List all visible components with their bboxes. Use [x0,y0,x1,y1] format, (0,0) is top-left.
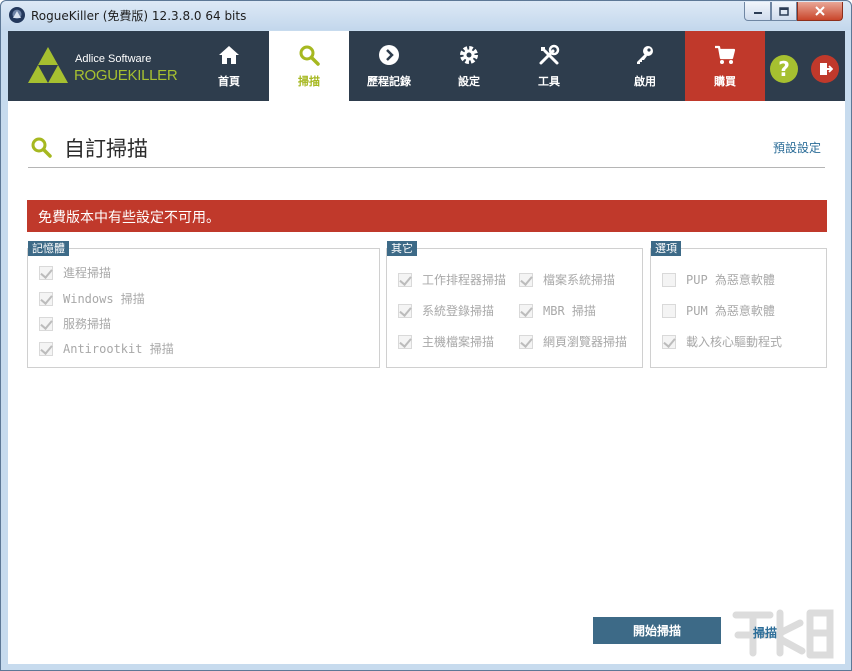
antirootkit-scan-option[interactable]: Antirootkit 掃描 [39,340,174,357]
close-icon [815,6,825,16]
home-icon [219,46,239,64]
nav-label: 首頁 [218,75,240,88]
option-label: Antirootkit 掃描 [63,342,174,356]
search-icon [299,45,320,66]
mbr-scan-checkbox[interactable] [519,303,533,318]
default-settings-link[interactable]: 預設設定 [773,139,821,156]
antirootkit-scan-checkbox[interactable] [39,341,53,356]
help-icon: ? [778,57,790,81]
pup-as-malware-option[interactable]: PUP 為惡意軟體 [662,271,775,288]
close-button[interactable] [797,2,843,21]
task-scheduler-scan-option[interactable]: 工作排程器掃描 [398,271,506,288]
page-title: 自訂掃描 [64,137,148,161]
other-group: 其它 工作排程器掃描 檔案系統掃描 系統登錄掃描 MBR 掃描 主機檔案掃描 網… [386,241,643,368]
option-label: 工作排程器掃描 [422,273,507,287]
service-scan-option[interactable]: 服務掃描 [39,315,111,332]
nav-label: 設定 [458,75,480,88]
process-scan-option[interactable]: 進程掃描 [39,264,111,281]
logo-product: ROGUEKILLER [74,67,178,84]
hosts-file-scan-option[interactable]: 主機檔案掃描 [398,333,494,350]
window-title: RogueKiller (免費版) 12.3.8.0 64 bits [31,9,247,23]
help-button[interactable]: ? [770,55,798,83]
maximize-icon [779,6,789,16]
key-icon [637,46,653,64]
minimize-icon [753,12,762,14]
load-kernel-driver-option[interactable]: 載入核心驅動程式 [662,333,782,350]
task-scheduler-scan-checkbox[interactable] [398,272,412,287]
triforce-logo-icon [28,47,68,83]
option-label: 檔案系統掃描 [543,273,616,287]
pup-as-malware-checkbox[interactable] [662,272,676,287]
filesystem-scan-checkbox[interactable] [519,272,533,287]
nav-tools[interactable]: 工具 [509,31,589,101]
memory-group-title: 記憶體 [28,241,69,256]
chevron-right-icon [379,45,399,65]
option-label: MBR 掃描 [543,304,596,318]
other-group-title: 其它 [387,241,417,256]
free-version-warning: 免費版本中有些設定不可用。 [27,200,827,232]
option-label: 進程掃描 [63,266,112,280]
option-label: 服務掃描 [63,317,112,331]
nav-buy[interactable]: 購買 [685,31,765,101]
logo-company: Adlice Software [75,53,152,65]
service-scan-checkbox[interactable] [39,316,53,331]
windows-scan-checkbox[interactable] [39,291,53,306]
option-label: PUM 為惡意軟體 [686,304,775,318]
nav-label: 購買 [714,75,736,88]
top-navigation: Adlice Software ROGUEKILLER 首頁 掃描 歷程記錄 設… [8,31,845,101]
option-label: 系統登錄掃描 [422,304,495,318]
page-heading: 自訂掃描 預設設定 [28,131,825,168]
option-label: 主機檔案掃描 [422,335,495,349]
nav-activate[interactable]: 啟用 [605,31,685,101]
pum-as-malware-checkbox[interactable] [662,303,676,318]
exit-icon [820,63,833,75]
load-kernel-driver-checkbox[interactable] [662,334,676,349]
cart-icon [715,45,736,64]
nav-label: 啟用 [634,75,656,88]
maximize-button[interactable] [771,2,797,21]
scan-button[interactable]: 掃描 [753,624,777,641]
nav-label: 工具 [538,75,560,88]
nav-scan[interactable]: 掃描 [269,31,349,101]
option-label: 載入核心驅動程式 [686,335,783,349]
option-label: 網頁瀏覽器掃描 [543,335,628,349]
windows-scan-option[interactable]: Windows 掃描 [39,290,145,307]
exit-button[interactable] [811,55,839,83]
registry-scan-option[interactable]: 系統登錄掃描 [398,302,494,319]
options-group: 選項 PUP 為惡意軟體 PUM 為惡意軟體 載入核心驅動程式 [650,241,827,368]
nav-label: 掃描 [298,75,320,88]
memory-group: 記憶體 進程掃描 Windows 掃描 服務掃描 Antirootkit 掃描 [27,241,380,368]
process-scan-checkbox[interactable] [39,265,53,280]
title-bar[interactable]: RogueKiller (免費版) 12.3.8.0 64 bits [1,1,851,30]
nav-history[interactable]: 歷程記錄 [349,31,429,101]
client-area: Adlice Software ROGUEKILLER 首頁 掃描 歷程記錄 設… [8,31,845,664]
option-label: Windows 掃描 [63,292,145,306]
minimize-button[interactable] [744,2,771,21]
app-window: RogueKiller (免費版) 12.3.8.0 64 bits Adlic… [0,0,852,671]
mbr-scan-option[interactable]: MBR 掃描 [519,302,596,319]
tools-icon [539,44,560,65]
start-scan-button[interactable]: 開始掃描 [593,617,721,644]
watermark-icon [732,609,834,659]
registry-scan-checkbox[interactable] [398,303,412,318]
pum-as-malware-option[interactable]: PUM 為惡意軟體 [662,302,775,319]
browser-scan-checkbox[interactable] [519,334,533,349]
hosts-file-scan-checkbox[interactable] [398,334,412,349]
browser-scan-option[interactable]: 網頁瀏覽器掃描 [519,333,627,350]
search-icon [31,137,52,158]
option-label: PUP 為惡意軟體 [686,273,775,287]
gear-icon [460,46,478,64]
roguekiller-app-icon [9,7,25,23]
filesystem-scan-option[interactable]: 檔案系統掃描 [519,271,615,288]
nav-label: 歷程記錄 [367,75,411,88]
nav-home[interactable]: 首頁 [189,31,269,101]
options-group-title: 選項 [651,241,681,256]
nav-settings[interactable]: 設定 [429,31,509,101]
